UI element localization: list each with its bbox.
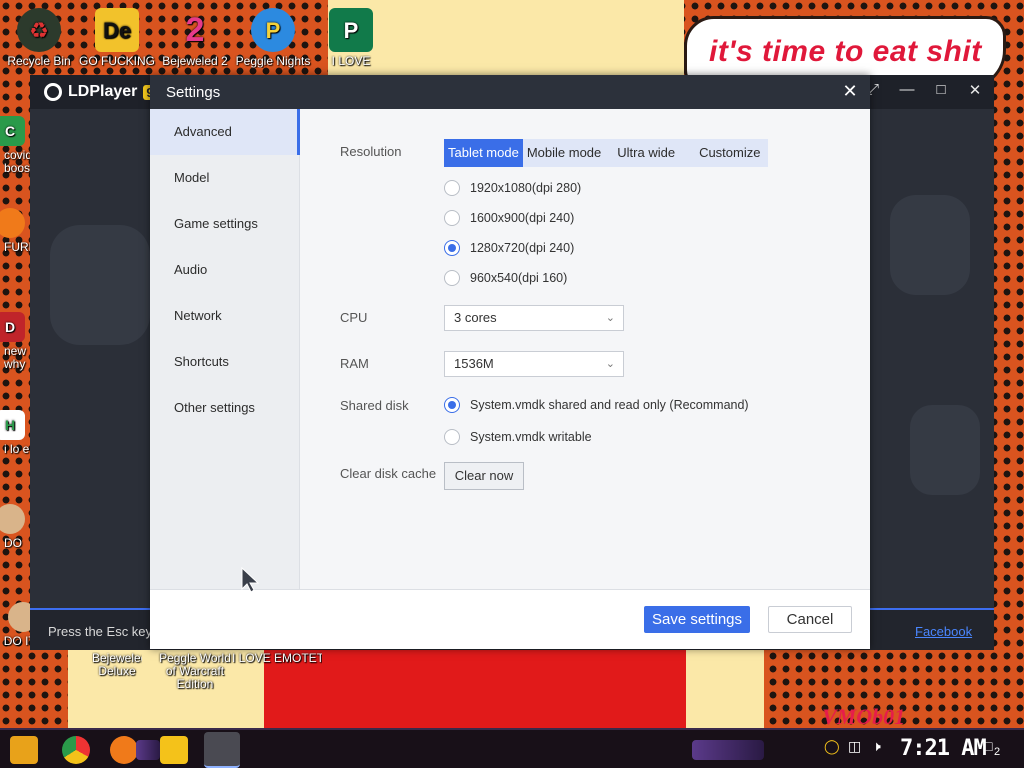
app-icon: C (0, 116, 25, 146)
radio-button[interactable] (444, 180, 460, 196)
ldplayer-tray-icon[interactable]: ◯ (824, 738, 840, 755)
radio-button-selected[interactable] (444, 240, 460, 256)
resolution-label: Resolution (340, 144, 402, 159)
settings-body: Resolution Tablet mode Mobile mode Ultra… (301, 109, 870, 589)
settings-title: Settings (166, 84, 221, 101)
esc-hint: Press the Esc key (48, 624, 153, 639)
bejeweled-icon: 2 (185, 10, 205, 49)
nav-other-settings[interactable]: Other settings (150, 385, 299, 431)
ldplayer-taskbar-icon[interactable] (204, 732, 240, 768)
publisher-icon: P (329, 8, 373, 52)
volume-icon[interactable]: 🕨 (872, 738, 881, 755)
clear-now-button[interactable]: Clear now (444, 462, 524, 490)
desktop-icon-go-fucking[interactable]: De GO FUCKING (78, 8, 156, 68)
radio-button[interactable] (444, 270, 460, 286)
nav-shortcuts[interactable]: Shortcuts (150, 339, 299, 385)
taskbar-decoration (136, 740, 160, 760)
ldplayer-logo-icon (44, 83, 62, 101)
shared-disk-option[interactable]: System.vmdk writable (444, 429, 592, 445)
nav-game-settings[interactable]: Game settings (150, 201, 299, 247)
taskbar: ◯ ◫ 🕨 7:21 AM □ 2 (0, 728, 1024, 768)
taskbar-decoration (692, 740, 764, 760)
recycle-bin-icon: ♻ (17, 8, 61, 52)
wallpaper-yellow-shape (686, 650, 764, 728)
app-icon: D (0, 312, 25, 342)
ram-label: RAM (340, 356, 369, 371)
close-icon[interactable]: ✕ (964, 81, 986, 99)
start-icon[interactable] (10, 736, 38, 764)
radio-button[interactable] (444, 429, 460, 445)
save-settings-button[interactable]: Save settings (644, 606, 750, 633)
firefox-icon (0, 208, 25, 238)
chevron-down-icon: ⌄ (605, 358, 615, 370)
desktop-icon-bejeweled-2[interactable]: 2 Bejeweled 2 (156, 8, 234, 68)
tab-tablet-mode[interactable]: Tablet mode (444, 139, 523, 167)
ldplayer-logo: LDPlayer 9 (44, 83, 157, 101)
minimize-icon[interactable]: — (896, 81, 918, 98)
close-icon[interactable]: ✕ (840, 81, 860, 102)
maximize-icon[interactable]: □ (930, 81, 952, 98)
firefox-icon[interactable] (110, 736, 138, 764)
mouse-cursor-icon (241, 567, 260, 593)
desktop-icon-i-love-emotet[interactable]: I LOVE EMOTET (232, 652, 322, 665)
cpu-label: CPU (340, 310, 368, 325)
ram-select[interactable]: 1536M ⌄ (444, 351, 624, 377)
nav-model[interactable]: Model (150, 155, 299, 201)
desktop-icon-bejeweled-deluxe[interactable]: Bejeweled Deluxe (78, 652, 156, 678)
file-explorer-icon[interactable] (160, 736, 188, 764)
settings-header: Settings ✕ (150, 75, 870, 109)
desktop-icon-i-love[interactable]: P I LOVE (312, 8, 390, 68)
cpu-select[interactable]: 3 cores ⌄ (444, 305, 624, 331)
resolution-option[interactable]: 960x540(dpi 160) (444, 270, 567, 286)
desktop-icon-peggle-nights[interactable]: P Peggle Nights (234, 8, 312, 68)
settings-footer: Save settings Cancel (150, 589, 870, 649)
settings-nav: Advanced Model Game settings Audio Netwo… (150, 109, 300, 589)
network-icon[interactable]: ◫ (848, 738, 861, 755)
tab-ultra-wide[interactable]: Ultra wide (605, 139, 687, 167)
shared-disk-label: Shared disk (340, 398, 409, 413)
shared-disk-option[interactable]: System.vmdk shared and read only (Recomm… (444, 397, 749, 413)
chevron-down-icon: ⌄ (605, 312, 615, 324)
wallpaper-text: it's time to eat shit (709, 35, 982, 68)
portrait-icon (0, 504, 25, 534)
wallpaper-red-shape (264, 650, 686, 728)
chrome-icon[interactable] (62, 736, 90, 764)
resolution-tabs: Tablet mode Mobile mode Ultra wide Custo… (444, 139, 769, 167)
settings-dialog: Settings ✕ Advanced Model Game settings … (150, 75, 870, 649)
tab-customize[interactable]: Customize (687, 139, 768, 167)
background-hexagon (50, 225, 150, 345)
facebook-link[interactable]: Facebook (915, 624, 972, 639)
nav-advanced[interactable]: Advanced (150, 109, 300, 155)
app-de-icon: De (95, 8, 139, 52)
background-hexagon (910, 405, 980, 495)
background-hexagon (890, 195, 970, 295)
app-icon: H (0, 410, 25, 440)
radio-button[interactable] (444, 210, 460, 226)
wallpaper-signature: VMOb01 (822, 704, 906, 729)
cancel-button[interactable]: Cancel (768, 606, 852, 633)
resolution-option[interactable]: 1280x720(dpi 240) (444, 240, 574, 256)
peggle-icon: P (251, 8, 295, 52)
nav-audio[interactable]: Audio (150, 247, 299, 293)
radio-button-selected[interactable] (444, 397, 460, 413)
resolution-option[interactable]: 1600x900(dpi 240) (444, 210, 574, 226)
notification-icon[interactable]: □ (984, 738, 992, 754)
notification-count: 2 (994, 746, 1001, 758)
resolution-option[interactable]: 1920x1080(dpi 280) (444, 180, 581, 196)
desktop-icon-peggle-wow[interactable]: Peggle World of Warcraft Edition (150, 652, 240, 691)
nav-network[interactable]: Network (150, 293, 299, 339)
desktop-icon-recycle-bin[interactable]: ♻ Recycle Bin (0, 8, 78, 68)
clear-cache-label: Clear disk cache (340, 466, 437, 481)
tab-mobile-mode[interactable]: Mobile mode (523, 139, 605, 167)
taskbar-clock[interactable]: 7:21 AM (900, 736, 987, 761)
